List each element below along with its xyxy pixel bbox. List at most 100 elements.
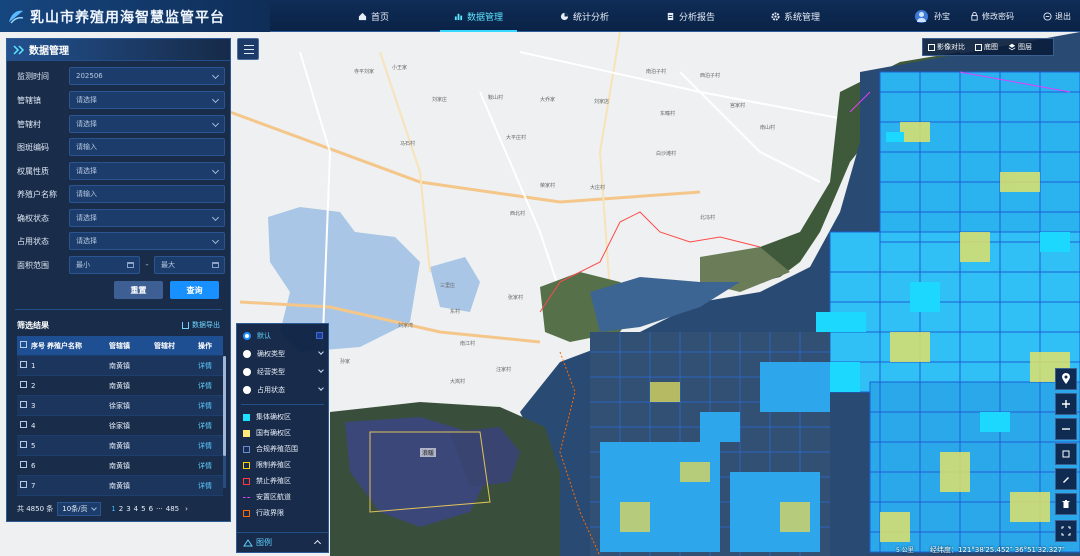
legend-layer-business-type[interactable]: 经营类型: [243, 365, 327, 379]
page-ellipsis[interactable]: ···: [156, 505, 163, 513]
place-label: 马石村: [400, 141, 416, 147]
radio-icon: [243, 350, 251, 358]
place-label: 东村: [450, 309, 461, 315]
nav-system[interactable]: 系统管理: [771, 0, 820, 32]
table-row: 5 南黄镇 详情: [17, 436, 223, 456]
export-label: 数据导出: [192, 321, 220, 329]
page-6[interactable]: 6: [149, 505, 153, 513]
select-all-checkbox[interactable]: [20, 341, 27, 348]
page-5[interactable]: 5: [141, 505, 145, 513]
clear-button[interactable]: [1055, 493, 1077, 515]
query-button[interactable]: 查询: [170, 281, 219, 299]
legend-toggle[interactable]: 图例: [237, 532, 328, 552]
cell-no: 3: [31, 401, 36, 410]
image-compare-button[interactable]: 影像对比: [923, 42, 970, 52]
total-count: 共 4850 条: [17, 505, 54, 513]
legend-layer-default[interactable]: 默认: [243, 329, 327, 343]
detail-link[interactable]: 详情: [187, 381, 223, 391]
legend-layer-rights-type[interactable]: 确权类型: [243, 347, 327, 361]
export-button[interactable]: 数据导出: [182, 320, 220, 330]
chevron-down-icon: [91, 505, 98, 511]
collapse-panel-button[interactable]: [237, 38, 259, 60]
data-management-panel: 数据管理 监测时间 202506 管辖镇 请选择 管辖村 请选择 图斑编码 请输…: [6, 38, 231, 522]
nav-statistics[interactable]: 统计分析: [560, 0, 609, 32]
row-checkbox[interactable]: [20, 381, 27, 388]
area-min-input[interactable]: 最小: [69, 256, 140, 274]
basemap-button[interactable]: 底图: [970, 42, 1003, 52]
detail-link[interactable]: 详情: [187, 481, 223, 491]
place-label: 宫家村: [730, 103, 746, 109]
detail-link[interactable]: 详情: [187, 401, 223, 411]
parcel-code-input[interactable]: 请输入: [69, 138, 225, 156]
legend-layer-label: 默认: [257, 332, 271, 340]
logout-button[interactable]: 退出: [1043, 0, 1071, 32]
filter-label: 权属性质: [17, 166, 49, 176]
col-header: 操作: [198, 341, 212, 350]
table-scrollbar[interactable]: [223, 356, 226, 488]
swatch-icon: [243, 429, 250, 437]
place-label: 西泊子村: [700, 73, 721, 79]
page-size-select[interactable]: 10条/页: [57, 502, 102, 516]
change-password-button[interactable]: 修改密码: [970, 0, 1014, 32]
monitor-time-select[interactable]: 202506: [69, 67, 225, 85]
detail-link[interactable]: 详情: [187, 441, 223, 451]
row-checkbox[interactable]: [20, 481, 27, 488]
legend-item: 合规养殖范围: [243, 442, 327, 456]
page-1[interactable]: 1: [111, 505, 115, 513]
place-label: 三里庄: [440, 283, 456, 289]
page-4[interactable]: 4: [134, 505, 138, 513]
filter-label: 面积范围: [17, 260, 49, 270]
row-checkbox[interactable]: [20, 401, 27, 408]
filter-area-range: 面积范围 最小 - 最大: [17, 256, 225, 274]
row-checkbox[interactable]: [20, 361, 27, 368]
ownership-select[interactable]: 请选择: [69, 162, 225, 180]
scale-bar: 5 公里: [896, 547, 914, 554]
user-menu[interactable]: 孙宝: [915, 0, 950, 32]
zoom-in-button[interactable]: [1055, 393, 1077, 415]
page-2[interactable]: 2: [119, 505, 123, 513]
row-checkbox[interactable]: [20, 441, 27, 448]
page-3[interactable]: 3: [126, 505, 130, 513]
divider: [15, 309, 222, 310]
fullscreen-button[interactable]: [1055, 520, 1077, 542]
detail-link[interactable]: 详情: [187, 421, 223, 431]
chevron-down-icon: [211, 71, 220, 80]
pen-icon: [1063, 477, 1069, 483]
draw-button[interactable]: [1055, 468, 1077, 490]
measure-button[interactable]: [1055, 443, 1077, 465]
place-label: 大平庄村: [506, 135, 527, 141]
row-checkbox[interactable]: [20, 461, 27, 468]
cell-town: 南黄镇: [109, 461, 130, 470]
page-last[interactable]: 485: [166, 505, 179, 513]
reset-button[interactable]: 重置: [114, 281, 163, 299]
col-header: 序号: [31, 341, 45, 350]
layers-button[interactable]: 图层: [1003, 42, 1037, 52]
minus-icon: [1062, 428, 1070, 430]
nav-reports[interactable]: 分析报告: [666, 0, 715, 32]
legend-item: 限制养殖区: [243, 458, 327, 472]
calendar-icon: [127, 262, 134, 268]
nav-home[interactable]: 首页: [358, 0, 389, 32]
zoom-out-button[interactable]: [1055, 418, 1077, 440]
village-select[interactable]: 请选择: [69, 115, 225, 133]
legend-layer-label: 经营类型: [257, 368, 285, 376]
result-title: 筛选结果: [17, 321, 49, 330]
next-page-icon[interactable]: ›: [185, 505, 188, 513]
town-select[interactable]: 请选择: [69, 91, 225, 109]
nav-label: 分析报告: [679, 12, 716, 23]
row-checkbox[interactable]: [20, 421, 27, 428]
calendar-icon: [212, 262, 219, 268]
area-max-input[interactable]: 最大: [154, 256, 225, 274]
detail-link[interactable]: 详情: [187, 461, 223, 471]
nav-data-management[interactable]: 数据管理: [439, 0, 518, 32]
chevron-down-icon: [318, 349, 324, 355]
swatch-icon: [243, 509, 250, 517]
table-row: 6 南黄镇 详情: [17, 456, 223, 476]
cell-no: 2: [31, 381, 36, 390]
rights-status-select[interactable]: 请选择: [69, 209, 225, 227]
detail-link[interactable]: 详情: [187, 361, 223, 371]
occupancy-select[interactable]: 请选择: [69, 232, 225, 250]
locate-button[interactable]: [1055, 368, 1077, 390]
legend-layer-occupancy[interactable]: 占用状态: [243, 383, 327, 397]
farmer-name-input[interactable]: 请输入: [69, 185, 225, 203]
